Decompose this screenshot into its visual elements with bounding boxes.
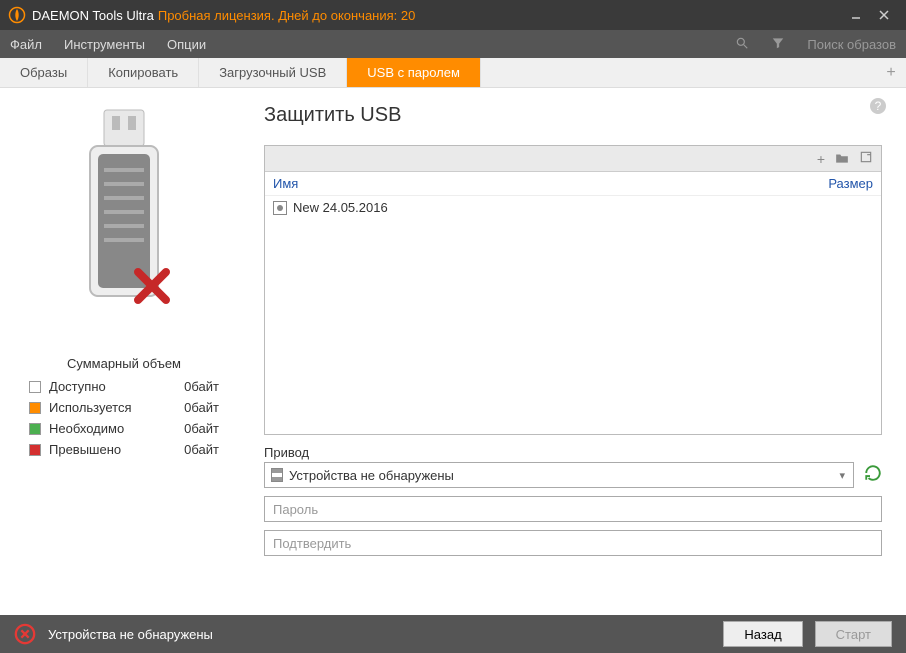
drive-selected-text: Устройства не обнаружены — [289, 468, 454, 483]
confirm-password-field[interactable] — [264, 530, 882, 556]
swatch-used — [29, 402, 41, 414]
footer: Устройства не обнаружены Назад Старт — [0, 615, 906, 653]
app-name: DAEMON Tools Ultra — [32, 8, 154, 23]
drive-select[interactable]: Устройства не обнаружены ▾ — [264, 462, 854, 488]
tab-images[interactable]: Образы — [0, 58, 88, 87]
file-icon — [273, 201, 287, 215]
password-field[interactable] — [264, 496, 882, 522]
refresh-drives-icon[interactable] — [864, 464, 882, 487]
add-file-icon[interactable]: + — [817, 151, 825, 167]
legend-value: 0байт — [184, 379, 219, 394]
menu-options[interactable]: Опции — [167, 37, 206, 52]
legend-label: Превышено — [49, 442, 184, 457]
left-column: Суммарный объем Доступно 0байт Используе… — [24, 100, 224, 615]
legend-row-used: Используется 0байт — [29, 400, 219, 415]
tabbar: Образы Копировать Загрузочный USB USB с … — [0, 58, 906, 88]
swatch-required — [29, 423, 41, 435]
right-column: Защитить USB + Имя Размер New 24.05.2016… — [264, 100, 882, 615]
search-icon[interactable] — [735, 36, 749, 53]
file-list-box: + Имя Размер New 24.05.2016 — [264, 145, 882, 435]
start-button[interactable]: Старт — [815, 621, 892, 647]
filter-icon[interactable] — [771, 36, 785, 53]
col-header-name[interactable]: Имя — [273, 176, 828, 191]
swatch-exceeded — [29, 444, 41, 456]
menu-file[interactable]: Файл — [10, 37, 42, 52]
usb-illustration-icon — [64, 106, 184, 326]
swatch-available — [29, 381, 41, 393]
drive-icon — [271, 468, 283, 482]
tab-bootable-usb[interactable]: Загрузочный USB — [199, 58, 347, 87]
legend-row-available: Доступно 0байт — [29, 379, 219, 394]
tab-usb-password[interactable]: USB с паролем — [347, 58, 481, 87]
legend-value: 0байт — [184, 442, 219, 457]
legend-label: Используется — [49, 400, 184, 415]
minimize-button[interactable] — [842, 0, 870, 30]
close-button[interactable] — [870, 0, 898, 30]
remove-file-icon[interactable] — [859, 150, 873, 167]
file-list-header: Имя Размер — [265, 172, 881, 196]
file-name: New 24.05.2016 — [293, 200, 388, 215]
file-toolbar: + — [265, 146, 881, 172]
error-text: Устройства не обнаружены — [48, 627, 711, 642]
legend-label: Доступно — [49, 379, 184, 394]
list-item[interactable]: New 24.05.2016 — [273, 200, 873, 215]
back-button[interactable]: Назад — [723, 621, 802, 647]
help-icon[interactable]: ? — [870, 98, 886, 114]
app-logo-icon — [8, 6, 26, 24]
legend-label: Необходимо — [49, 421, 184, 436]
menu-tools[interactable]: Инструменты — [64, 37, 145, 52]
file-list-body: New 24.05.2016 — [265, 196, 881, 434]
menubar: Файл Инструменты Опции Поиск образов — [0, 30, 906, 58]
storage-legend: Суммарный объем Доступно 0байт Используе… — [29, 356, 219, 463]
legend-row-exceeded: Превышено 0байт — [29, 442, 219, 457]
page-title: Защитить USB — [264, 104, 882, 127]
add-folder-icon[interactable] — [835, 151, 849, 167]
legend-row-required: Необходимо 0байт — [29, 421, 219, 436]
chevron-down-icon: ▾ — [839, 469, 845, 482]
trial-notice: Пробная лицензия. Дней до окончания: 20 — [158, 8, 416, 23]
legend-title: Суммарный объем — [29, 356, 219, 371]
content-area: ? Суммарный объем Доступно 0байт — [0, 88, 906, 615]
col-header-size[interactable]: Размер — [828, 176, 873, 191]
drive-label: Привод — [264, 445, 882, 460]
legend-value: 0байт — [184, 400, 219, 415]
titlebar: DAEMON Tools Ultra Пробная лицензия. Дне… — [0, 0, 906, 30]
tab-copy[interactable]: Копировать — [88, 58, 199, 87]
add-tab-button[interactable]: + — [876, 58, 906, 87]
search-placeholder[interactable]: Поиск образов — [807, 37, 896, 52]
legend-value: 0байт — [184, 421, 219, 436]
error-icon — [14, 623, 36, 645]
